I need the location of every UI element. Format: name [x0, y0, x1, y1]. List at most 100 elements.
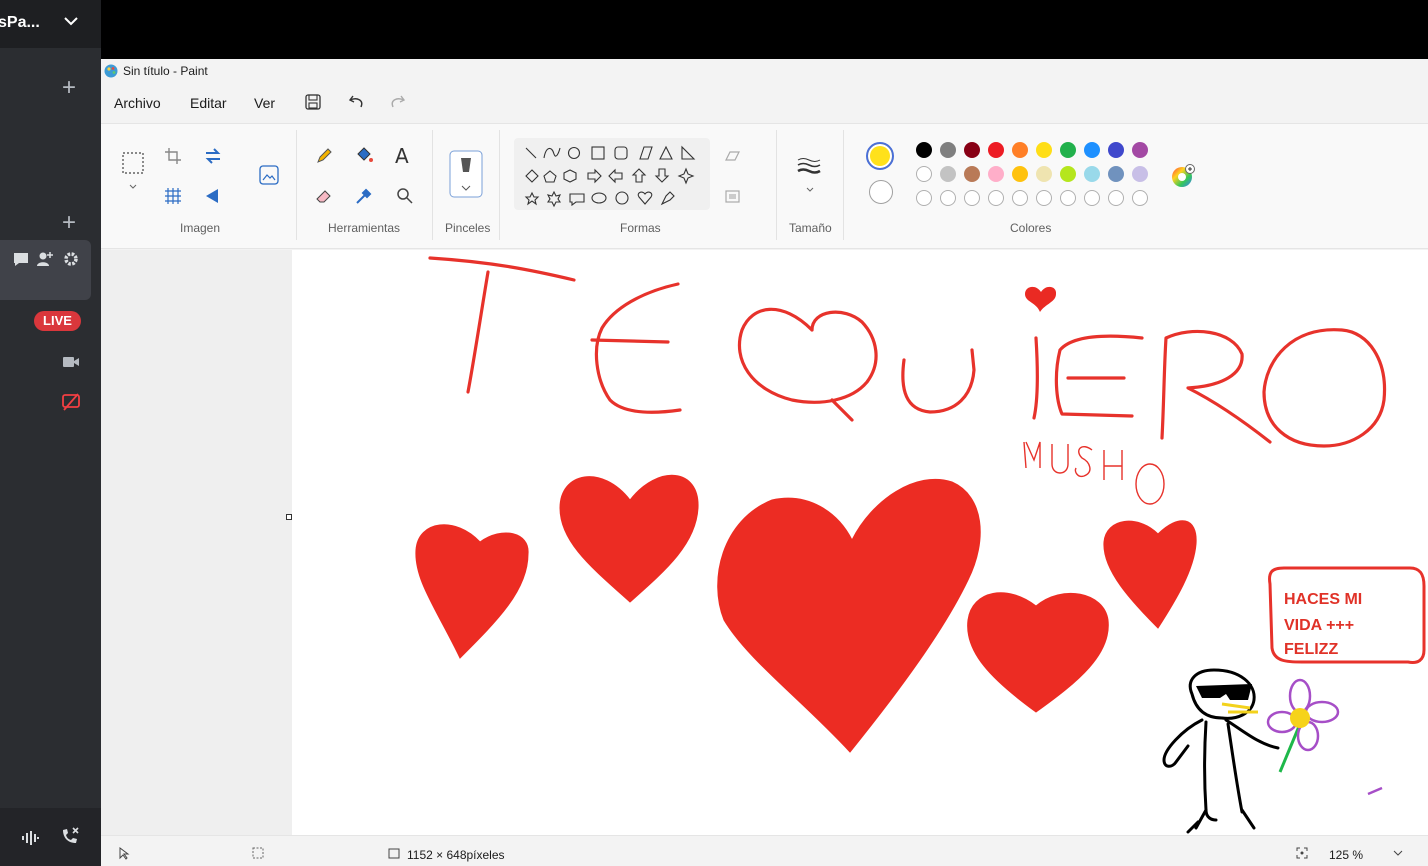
- custom-color-slot[interactable]: [1084, 190, 1100, 206]
- color-swatch[interactable]: [988, 166, 1004, 182]
- server-header[interactable]: sPa...: [0, 0, 101, 48]
- color-swatch[interactable]: [1036, 166, 1052, 182]
- brush-icon[interactable]: [449, 150, 483, 198]
- selection-size-icon: [252, 847, 264, 859]
- camera-icon[interactable]: [61, 352, 81, 372]
- discord-sidebar: sPa... + + LIVE: [0, 0, 101, 866]
- fit-window-icon[interactable]: [1295, 846, 1309, 860]
- paint-window: Sin título - Paint Archivo Editar Ver Im…: [101, 59, 1428, 866]
- size-lines-icon[interactable]: [796, 156, 822, 178]
- add-channel-icon[interactable]: +: [60, 211, 78, 235]
- custom-color-slot[interactable]: [964, 190, 980, 206]
- fill-icon[interactable]: [723, 186, 743, 206]
- image-fit-icon[interactable]: [257, 163, 281, 187]
- speech-line-3: FELIZZ: [1284, 641, 1338, 658]
- undo-icon[interactable]: [347, 92, 367, 112]
- add-channel-icon[interactable]: +: [60, 76, 78, 100]
- shapes-gallery[interactable]: [514, 138, 710, 210]
- custom-color-slot[interactable]: [1060, 190, 1076, 206]
- disconnect-call-icon[interactable]: [60, 826, 80, 846]
- outline-icon[interactable]: [723, 146, 743, 166]
- fill-bucket-icon[interactable]: [354, 146, 374, 166]
- color-swatch[interactable]: [1060, 142, 1076, 158]
- chevron-down-icon[interactable]: [1391, 846, 1405, 860]
- canvas-size-icon: [388, 848, 400, 859]
- custom-color-slot[interactable]: [1132, 190, 1148, 206]
- color-swatch[interactable]: [988, 142, 1004, 158]
- chat-icon[interactable]: [12, 250, 30, 268]
- menu-editar[interactable]: Editar: [190, 95, 227, 111]
- save-icon[interactable]: [303, 92, 323, 112]
- text-tool-icon[interactable]: A: [395, 144, 415, 168]
- custom-color-slot[interactable]: [1036, 190, 1052, 206]
- color-swatch[interactable]: [1132, 166, 1148, 182]
- color-swatch[interactable]: [916, 166, 932, 182]
- chevron-down-icon[interactable]: [804, 184, 816, 196]
- group-label-colores: Colores: [1010, 221, 1052, 235]
- group-label-pinceles: Pinceles: [445, 221, 491, 235]
- secondary-color-swatch[interactable]: [869, 180, 893, 204]
- color-swatch[interactable]: [916, 142, 932, 158]
- live-badge: LIVE: [34, 311, 81, 331]
- speech-line-2: VIDA +++: [1284, 617, 1354, 634]
- add-member-icon[interactable]: [36, 250, 54, 268]
- color-swatch[interactable]: [1012, 166, 1028, 182]
- voice-channel-row[interactable]: [0, 240, 91, 300]
- hearts: [415, 475, 1197, 753]
- divider: [499, 130, 500, 240]
- chevron-down-icon: [64, 17, 78, 26]
- custom-color-slot[interactable]: [940, 190, 956, 206]
- color-swatch[interactable]: [964, 142, 980, 158]
- window-title: Sin título - Paint: [123, 64, 208, 78]
- custom-color-slot[interactable]: [988, 190, 1004, 206]
- top-black-bar: [101, 0, 1428, 59]
- image-grid-icon[interactable]: [163, 186, 183, 206]
- drawing: HACES MI VIDA +++ FELIZZ: [415, 256, 1426, 834]
- color-swatch[interactable]: [1108, 166, 1124, 182]
- color-swatch[interactable]: [940, 142, 956, 158]
- title-bar: Sin título - Paint: [101, 59, 1428, 83]
- color-swatch[interactable]: [1108, 142, 1124, 158]
- ribbon: Imagen A Herramientas Pinceles Formas Ta…: [101, 123, 1428, 249]
- custom-color-slot[interactable]: [916, 190, 932, 206]
- color-swatch[interactable]: [964, 166, 980, 182]
- custom-color-slot[interactable]: [1012, 190, 1028, 206]
- group-label-formas: Formas: [620, 221, 661, 235]
- zoom-level[interactable]: 125 %: [1329, 848, 1363, 862]
- musho-text: [1023, 441, 1165, 505]
- resize-icon[interactable]: [203, 146, 223, 166]
- menu-archivo[interactable]: Archivo: [114, 95, 161, 111]
- magnifier-icon[interactable]: [395, 186, 415, 206]
- chevron-down-icon[interactable]: [127, 181, 139, 193]
- primary-color-swatch[interactable]: [866, 142, 894, 170]
- speech-line-1: HACES MI: [1284, 591, 1362, 608]
- screenshare-off-icon[interactable]: [61, 392, 81, 412]
- settings-gear-icon[interactable]: [62, 250, 80, 268]
- flower: [1266, 678, 1340, 773]
- server-name: sPa...: [0, 14, 40, 31]
- redo-icon[interactable]: [387, 92, 407, 112]
- menu-ver[interactable]: Ver: [254, 95, 275, 111]
- color-swatch[interactable]: [1060, 166, 1076, 182]
- eraser-icon[interactable]: [314, 186, 334, 206]
- group-label-herramientas: Herramientas: [328, 221, 401, 235]
- color-swatch[interactable]: [1036, 142, 1052, 158]
- drawing-canvas[interactable]: HACES MI VIDA +++ FELIZZ: [292, 250, 1428, 835]
- color-swatch[interactable]: [1084, 142, 1100, 158]
- color-swatch[interactable]: [1132, 142, 1148, 158]
- select-rectangle-icon[interactable]: [121, 151, 145, 175]
- divider: [432, 130, 433, 240]
- color-swatch[interactable]: [1012, 142, 1028, 158]
- pencil-icon[interactable]: [314, 146, 334, 166]
- pointer-icon: [119, 847, 130, 860]
- custom-color-slot[interactable]: [1108, 190, 1124, 206]
- flip-icon[interactable]: [203, 186, 223, 206]
- color-picker-icon[interactable]: [354, 186, 374, 206]
- color-swatch[interactable]: [940, 166, 956, 182]
- soundboard-icon[interactable]: [20, 828, 40, 848]
- edit-colors-icon[interactable]: [1169, 162, 1197, 190]
- color-swatch[interactable]: [1084, 166, 1100, 182]
- crop-icon[interactable]: [163, 146, 183, 166]
- purple-stroke: [1367, 786, 1383, 796]
- small-heart: [1025, 286, 1057, 312]
